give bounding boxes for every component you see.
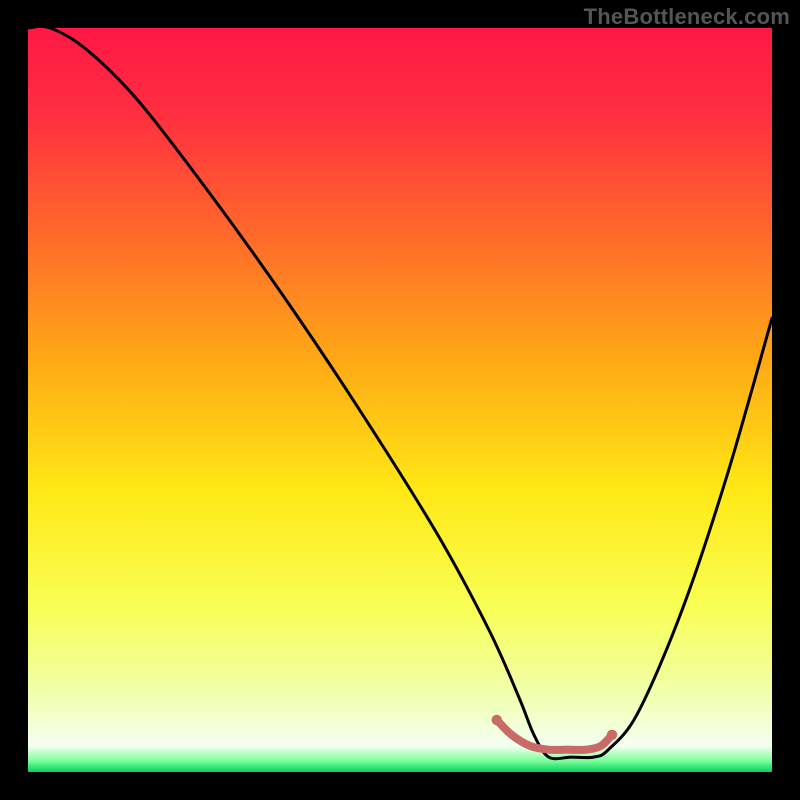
watermark: TheBottleneck.com xyxy=(584,4,790,30)
chart-canvas xyxy=(0,0,800,800)
gradient-background xyxy=(28,28,772,772)
chart-frame: TheBottleneck.com xyxy=(0,0,800,800)
highlight-endpoint xyxy=(492,715,502,725)
highlight-endpoint xyxy=(607,730,617,740)
